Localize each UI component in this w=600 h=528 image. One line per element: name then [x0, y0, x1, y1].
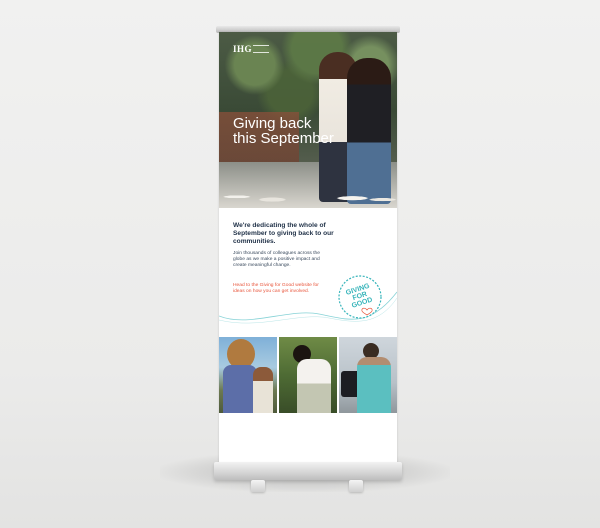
hero-photo: IHG Giving back this September [219, 32, 397, 208]
photo-strip [219, 337, 397, 413]
banner-base [214, 462, 402, 480]
photo-tote-volunteer [339, 337, 397, 413]
photo-beach-volunteers [219, 337, 277, 413]
logo-lines [253, 45, 269, 53]
intro-text: We're dedicating the whole of September … [233, 222, 334, 245]
ihg-logo: IHG [233, 44, 253, 54]
photo-gardening-volunteer [279, 337, 337, 413]
hero-bags [219, 180, 397, 208]
roll-up-banner: IHG Giving back this September We're ded… [219, 32, 397, 464]
body-text: Join thousands of colleagues across the … [233, 251, 320, 268]
base-foot-right [349, 480, 363, 492]
hero-headline: Giving back this September [233, 115, 334, 147]
base-foot-left [251, 480, 265, 492]
